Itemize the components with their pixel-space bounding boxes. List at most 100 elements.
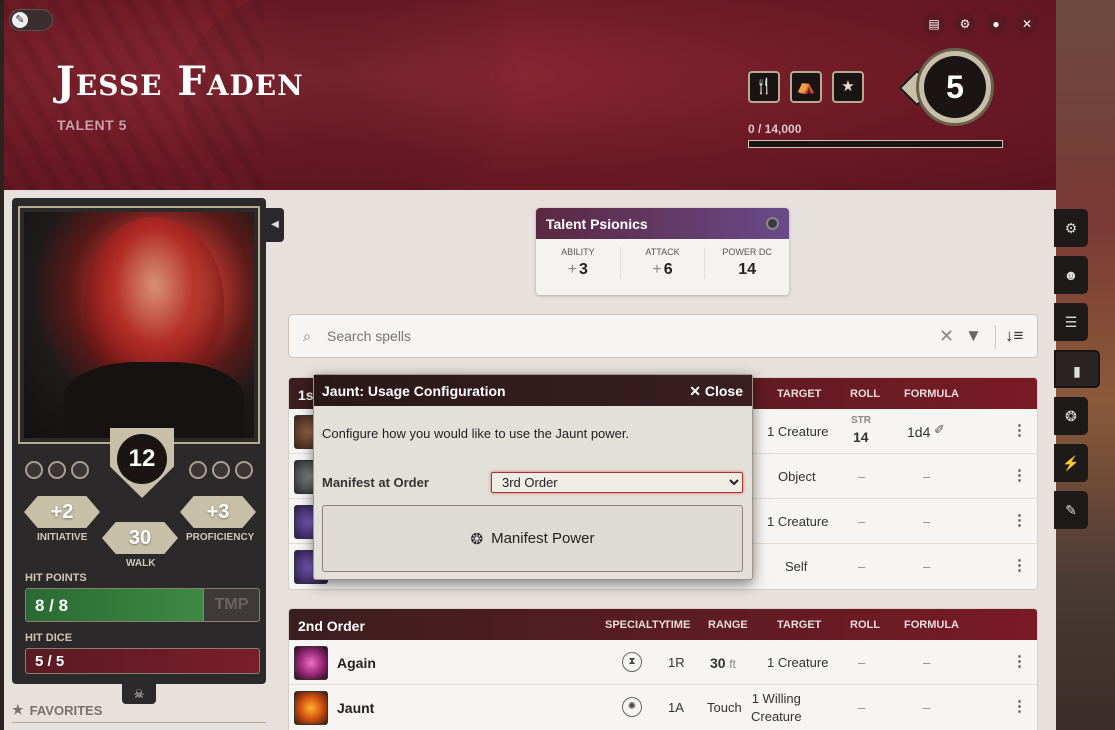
search-input[interactable] [327,328,887,344]
col-formula: FORMULA [904,388,959,400]
xp-bar[interactable] [748,140,1003,148]
star-icon[interactable]: ★ [832,71,864,103]
psionics-toggle[interactable] [766,217,779,230]
spell-formula[interactable]: 1d4 [907,424,930,440]
death-save-slot[interactable] [212,461,230,479]
target-line-1: 1 Willing [751,691,801,706]
spell-target: 1 Willing Creature [751,690,802,726]
dialog-title[interactable]: Jaunt: Usage Configuration [322,383,506,399]
search-separator [995,325,996,349]
spell-formula: – [923,559,931,574]
spell-icon [294,646,328,680]
spell-range: Touch [707,700,742,715]
armor-class-value[interactable]: 12 [117,434,167,484]
spell-target: 1 Creature [767,514,829,529]
proficiency-label: PROFICIENCY [186,532,255,543]
more-options-icon[interactable]: ⋮ [1012,421,1027,439]
tab-character[interactable]: ☻ [1054,256,1088,294]
temp-hp-field[interactable]: TMP [203,589,259,621]
more-options-icon[interactable]: ⋮ [1012,697,1027,715]
hit-points-bar[interactable]: 8 / 8 TMP [25,588,260,622]
character-name[interactable]: Jesse Faden [56,58,304,105]
dialog-description: Configure how you would like to use the … [322,426,630,441]
col-time: TIME [664,619,691,631]
spell-formula: – [923,700,931,715]
manifest-order-select[interactable]: 3rd Order [491,472,743,493]
table-row[interactable]: Again ⧗ 1R 30 ft 1 Creature – – ⋮ [289,640,1037,685]
spell-formula: – [923,514,931,529]
more-options-icon[interactable]: ⋮ [1012,652,1027,670]
specialty-icon: ✺ [622,697,642,717]
hit-points-label: HIT POINTS [25,572,87,584]
col-formula: FORMULA [904,619,959,631]
sort-icon[interactable]: ↓≡ [1005,326,1023,346]
death-save-slot[interactable] [235,461,253,479]
collapse-panel-button[interactable]: ◀ [266,208,284,242]
tab-effects[interactable]: ⚡ [1054,444,1088,482]
spell-roll: – [858,700,866,715]
tab-inventory[interactable]: ☰ [1054,303,1088,341]
favorites-divider [12,722,266,723]
psionics-dc-value: 14 [738,261,757,278]
search-icon: ⌕ [303,328,311,344]
settings-button[interactable]: ⚙ [954,13,976,35]
favorites-header[interactable]: ★ FAVORITES [12,702,102,718]
spell-name[interactable]: Jaunt [337,700,374,716]
level-badge: 5 [898,48,1000,128]
psionics-attack-value-wrap: +6 [621,261,705,279]
more-options-icon[interactable]: ⋮ [1012,556,1027,574]
more-options-icon[interactable]: ⋮ [1012,466,1027,484]
journal-button[interactable]: ▤ [923,13,945,35]
close-window-button[interactable]: ✕ [1016,13,1038,35]
utensils-icon[interactable]: 🍴 [748,71,780,103]
sheet-header: ✎ Jesse Faden TALENT 5 ▤ ⚙ ● ✕ 🍴 ⛺ ★ 5 0… [4,0,1056,190]
psionics-dc-label: POWER DC [722,247,772,257]
more-options-icon[interactable]: ⋮ [1012,511,1027,529]
dialog-close-label: Close [704,383,743,399]
death-save-slot[interactable] [189,461,207,479]
psionics-card-header: Talent Psionics [536,208,789,239]
clear-icon[interactable]: ✕ [939,326,954,347]
manifest-order-label: Manifest at Order [322,475,429,490]
character-portrait[interactable] [24,212,254,438]
spell-name[interactable]: Again [337,655,376,671]
tab-biography[interactable]: ✎ [1054,491,1088,529]
spell-time: 1A [668,700,684,715]
portrait-jacket [64,362,244,438]
psionics-ability-value: 3 [579,261,588,278]
death-save-successes [189,461,253,479]
spell-range: 30 ft [710,655,736,671]
dialog-close-button[interactable]: ✕ Close [689,383,743,400]
window-controls: ▤ ⚙ ● ✕ [923,13,1038,35]
spell-roll[interactable]: 14 [853,429,869,445]
hit-points-value: 8 / 8 [35,596,69,615]
death-save-slot[interactable] [25,461,43,479]
user-button[interactable]: ● [985,13,1007,35]
tab-settings[interactable]: ⚙ [1054,209,1088,247]
edit-mode-toggle[interactable]: ✎ [9,9,53,31]
spell-roll: – [858,469,866,484]
tab-psionics[interactable]: ❂ [1054,397,1088,435]
death-save-slot[interactable] [48,461,66,479]
level-value: 5 [924,56,986,118]
table-row[interactable]: Jaunt ✺ 1A Touch 1 Willing Creature – – ⋮ [289,685,1037,730]
psionics-ability-label: ABILITY [561,247,595,257]
filter-icon[interactable]: ▼ [965,326,982,346]
psionics-dc: POWER DC 14 [705,247,789,279]
manifest-power-button[interactable]: ❂ Manifest Power [322,505,743,572]
skull-icon[interactable]: ☠ [122,684,156,704]
spell-time: 1R [668,655,685,670]
sheet-tabs: ⚙ ☻ ☰ ▮ ❂ ⚡ ✎ [1054,209,1100,529]
psionics-ability: ABILITY +3 [536,247,621,279]
psionics-title: Talent Psionics [546,216,648,232]
death-save-slot[interactable] [71,461,89,479]
hit-dice-bar[interactable]: 5 / 5 [25,648,260,674]
col-roll: ROLL [850,388,880,400]
roll-ability: STR [851,415,871,426]
walk-speed-value[interactable]: 30 [102,522,178,554]
tab-spellbook[interactable]: ▮ [1054,350,1100,388]
character-sheet: ✎ Jesse Faden TALENT 5 ▤ ⚙ ● ✕ 🍴 ⛺ ★ 5 0… [4,0,1056,730]
table-title[interactable]: 2nd Order [298,618,365,634]
campfire-icon[interactable]: ⛺ [790,71,822,103]
initiative-value[interactable]: +2 [24,496,100,528]
